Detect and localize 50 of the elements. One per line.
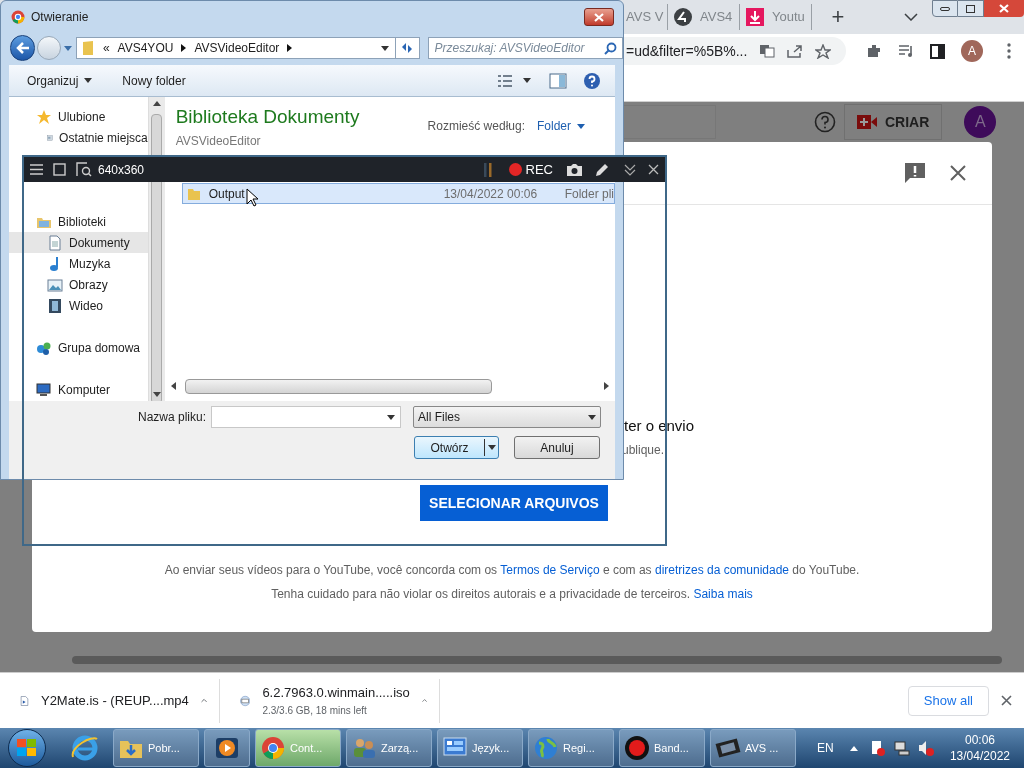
terms-text: Tenha cuidado para não violar os direitos autorais e a privacidade de terceiros. Saiba mais — [270, 586, 754, 603]
breadcrumb-item[interactable]: AVSVideoEditor — [194, 39, 280, 57]
open-button[interactable]: Otwórz — [414, 436, 499, 459]
organize-menu-button[interactable]: Organizuj — [27, 71, 93, 90]
capture-size: 640x360 — [98, 161, 145, 179]
taskbar-button[interactable]: Regi... — [528, 729, 614, 767]
taskbar-button[interactable]: Pobr... — [113, 729, 199, 767]
download-filename[interactable]: Y2Mate.is - (REUP....mp4 — [40, 690, 189, 711]
clock-time: 00:06 — [964, 732, 995, 748]
show-all-button[interactable]: Show all — [907, 685, 989, 716]
taskbar-button[interactable]: Zarzą... — [346, 729, 432, 767]
taskbar-button[interactable]: Band... — [619, 729, 705, 767]
terms-link[interactable]: diretrizes da comunidade — [654, 563, 790, 577]
arrange-label: Rozmieść według: — [427, 118, 525, 135]
arrange-dropdown[interactable]: Folder — [537, 117, 585, 135]
library-title: Biblioteka Dokumenty — [175, 105, 360, 129]
new-folder-button[interactable]: Nowy folder — [122, 71, 186, 90]
nav-item[interactable]: Dokumenty — [9, 232, 148, 253]
nav-item[interactable]: Biblioteki — [9, 211, 148, 232]
terms-text: Ao enviar seus vídeos para o YouTube, você concorda com os Termos de Serviço e com as diretrizes da comunidade do YouTube. — [163, 562, 861, 579]
nav-item[interactable]: Obrazy — [9, 274, 148, 295]
search-field[interactable]: Przeszukaj: AVSVideoEditor — [427, 37, 623, 59]
select-files-button[interactable]: SELECIONAR ARQUIVOS — [420, 485, 608, 521]
filename-label: Nazwa pliku: — [138, 409, 207, 426]
cancel-button[interactable]: Anuluj — [514, 436, 600, 459]
nav-item[interactable]: Muzyka — [9, 253, 148, 274]
download-status: 2.3/3.6 GB, 18 mins left — [262, 703, 368, 718]
breadcrumb-item[interactable]: AVS4YOU — [117, 39, 174, 57]
nav-item[interactable]: Ulubione — [9, 106, 148, 127]
terms-link[interactable]: Termos de Serviço — [500, 563, 600, 577]
new-tab-button[interactable]: + — [826, 6, 850, 28]
file-row[interactable]: Output 13/04/2022 00:06 Folder pli — [181, 183, 615, 204]
library-subtitle: AVSVideoEditor — [175, 132, 262, 150]
address-bar[interactable]: « AVS4YOU AVSVideoEditor — [75, 37, 397, 59]
download-filename[interactable]: 6.2.7963.0.winmain.....iso — [262, 683, 410, 703]
clock-date: 13/04/2022 — [949, 748, 1010, 764]
language-indicator[interactable]: EN — [817, 739, 834, 757]
profile-avatar[interactable]: A — [961, 40, 983, 62]
create-button[interactable]: CRIAR — [844, 104, 943, 140]
taskbar-button[interactable]: AVS ... — [710, 729, 796, 767]
nav-item[interactable]: Komputer — [9, 379, 148, 400]
path-overflow: « — [102, 40, 110, 57]
nav-item[interactable]: Wideo — [9, 295, 148, 316]
taskbar-button[interactable]: Język... — [437, 729, 523, 767]
window-title: Otwieranie — [31, 9, 89, 26]
file-type-select[interactable]: All Files — [413, 406, 602, 428]
nav-item[interactable]: Grupa domowa — [9, 337, 148, 358]
nav-item[interactable]: Ostatnie miejsca — [9, 127, 148, 148]
rec-label: REC — [525, 160, 553, 179]
terms-link[interactable]: Saiba mais — [693, 587, 753, 601]
